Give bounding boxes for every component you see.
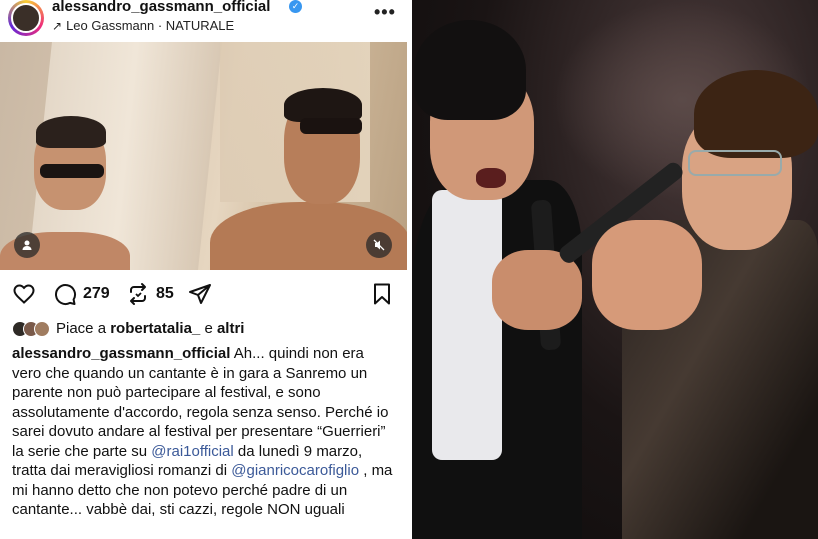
likes-prefix: Piace a	[56, 320, 107, 337]
share-button[interactable]	[188, 280, 212, 308]
send-icon	[189, 284, 211, 304]
action-bar: 279 85	[0, 280, 412, 310]
avatar[interactable]	[8, 0, 44, 36]
mention-link[interactable]: @rai1official	[151, 443, 234, 460]
caption-username[interactable]: alessandro_gassmann_official	[12, 345, 230, 362]
tagged-user-icon[interactable]	[14, 232, 40, 258]
post-header: alessandro_gassmann_official ✓ ↗ Leo Gass…	[0, 0, 412, 42]
like-button[interactable]	[12, 280, 36, 308]
verified-badge-icon: ✓	[289, 0, 302, 13]
likes-others[interactable]: altri	[217, 320, 245, 337]
likes-user[interactable]: robertatalia_	[110, 320, 200, 337]
mention-link[interactable]: @gianricocarofiglio	[231, 462, 359, 479]
audio-line[interactable]: ↗ Leo Gassmann · NATURALE	[52, 18, 234, 33]
save-button[interactable]	[370, 280, 394, 308]
post-photo[interactable]	[0, 42, 407, 270]
post-username[interactable]: alessandro_gassmann_official	[52, 0, 270, 15]
muted-audio-icon[interactable]	[366, 232, 392, 258]
comment-button[interactable]: 279	[53, 280, 110, 308]
concert-photo	[412, 0, 818, 539]
reposts-count: 85	[156, 285, 174, 302]
likes-line[interactable]: Piace a robertatalia_ e altri	[12, 320, 244, 337]
arrow-up-right-icon: ↗	[52, 19, 63, 33]
comments-count: 279	[83, 285, 110, 302]
audio-label: Leo Gassmann · NATURALE	[66, 18, 235, 33]
heart-icon	[13, 284, 35, 304]
instagram-post-screenshot: alessandro_gassmann_official ✓ ↗ Leo Gass…	[0, 0, 412, 539]
likes-joiner: e	[204, 320, 213, 337]
comment-icon	[55, 284, 76, 306]
post-caption: alessandro_gassmann_official Ah... quind…	[12, 344, 396, 520]
bookmark-icon	[374, 283, 390, 305]
repost-button[interactable]: 85	[126, 280, 174, 308]
repost-icon	[130, 283, 146, 305]
more-options-icon[interactable]: •••	[374, 2, 396, 23]
liker-avatar	[34, 320, 50, 337]
